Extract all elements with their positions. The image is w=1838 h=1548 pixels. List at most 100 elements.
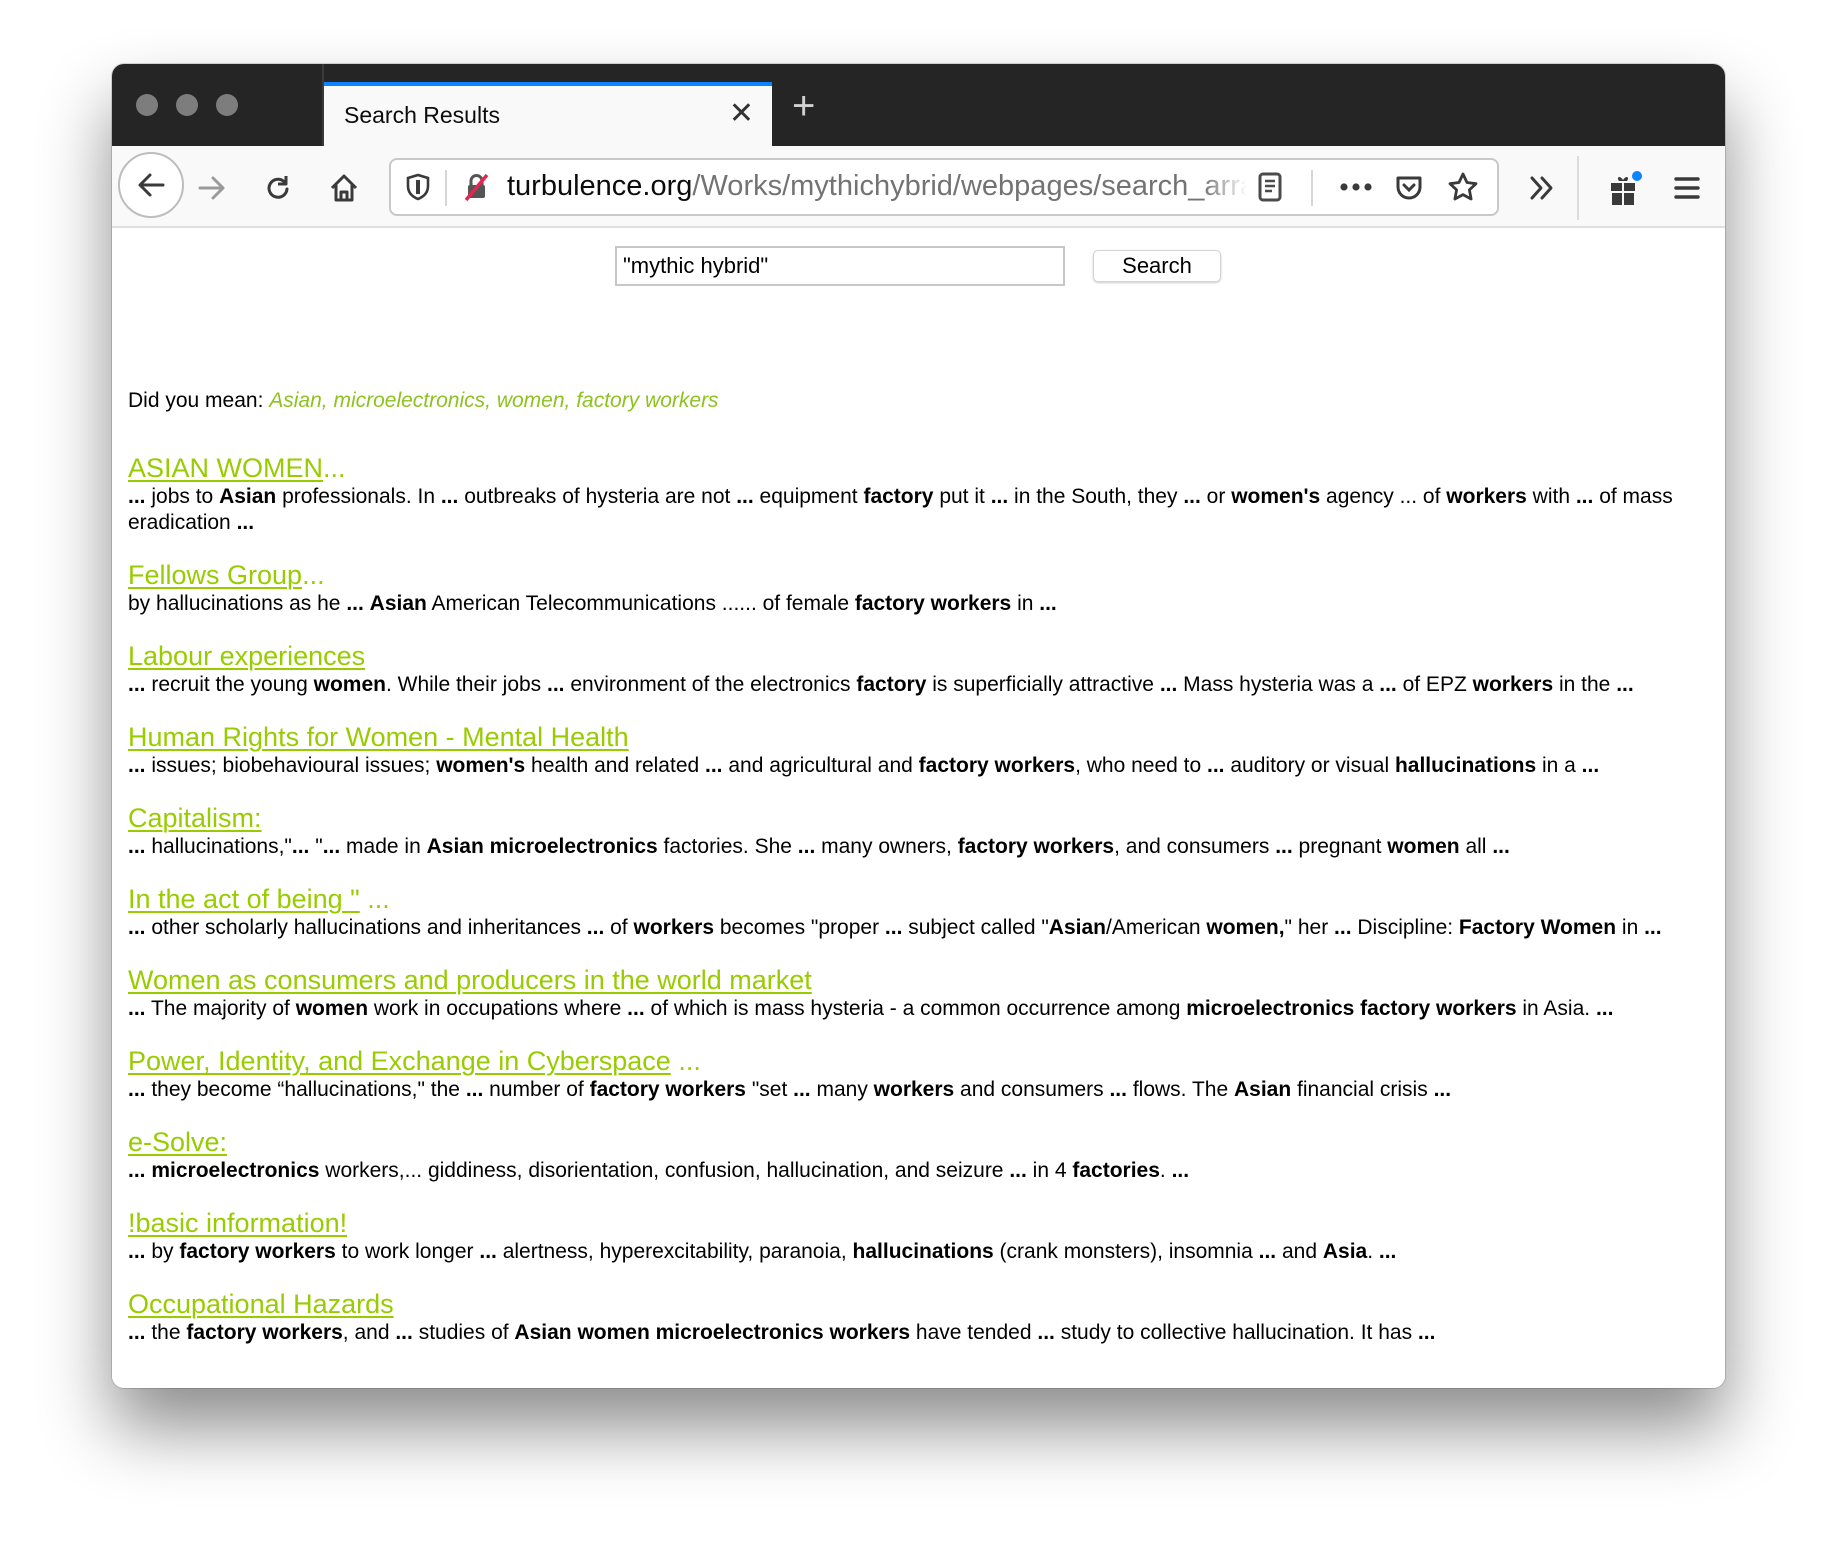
snippet-highlight: ... (1109, 1078, 1127, 1101)
result-link[interactable]: ASIAN WOMEN (128, 453, 323, 483)
forward-button[interactable] (192, 168, 232, 208)
site-info-button[interactable] (459, 170, 493, 204)
result-snippet: ... microelectronics workers,... giddine… (128, 1158, 1708, 1184)
result-link[interactable]: In the act of being " (128, 884, 360, 914)
result-link[interactable]: Fellows Group (128, 560, 302, 590)
result-title: ASIAN WOMEN... (128, 452, 1708, 484)
result-snippet: ... jobs to Asian professionals. In ... … (128, 484, 1708, 536)
snippet-text: environment of the electronics (564, 673, 857, 696)
snippet-highlight: factory (863, 485, 934, 508)
snippet-highlight: ... (128, 1240, 146, 1263)
result-link[interactable]: Capitalism: (128, 803, 262, 833)
result-link[interactable]: Labour experiences (128, 641, 365, 671)
snippet-highlight: ... (586, 916, 605, 939)
search-result: Women as consumers and producers in the … (128, 964, 1708, 1022)
snippet-highlight: ... (322, 835, 341, 858)
snippet-text: by hallucinations as he (128, 592, 347, 615)
result-link[interactable]: e-Solve: (128, 1127, 227, 1157)
result-snippet: ... other scholarly hallucinations and i… (128, 915, 1708, 941)
snippet-text: agency ... of (1320, 485, 1447, 508)
did-you-mean-suggestion[interactable]: Asian, microelectronics, women, factory … (269, 389, 718, 412)
snippet-highlight: Asia (1322, 1240, 1368, 1263)
reader-view-button[interactable] (1253, 170, 1287, 204)
snippet-text: becomes "proper (714, 916, 885, 939)
url-separator (445, 170, 447, 206)
whats-new-button[interactable] (1602, 166, 1646, 210)
snippet-text: " (309, 835, 323, 858)
snippet-text: of (604, 916, 634, 939)
search-result: !basic information!... by factory worker… (128, 1207, 1708, 1265)
snippet-text: made in (340, 835, 427, 858)
search-button[interactable]: Search (1093, 250, 1221, 282)
snippet-highlight: women (1387, 835, 1460, 858)
snippet-highlight: ... (128, 916, 146, 939)
maximize-window-button[interactable] (216, 94, 238, 116)
snippet-highlight: women, (1206, 916, 1285, 939)
snippet-highlight: microelectronics (151, 1159, 320, 1182)
pocket-icon (1396, 176, 1422, 200)
snippet-text: professionals. In (276, 485, 441, 508)
tracking-protection-button[interactable] (401, 170, 435, 204)
pocket-button[interactable] (1391, 170, 1427, 206)
snippet-highlight: ... (1644, 916, 1662, 939)
tab-title: Search Results (344, 102, 500, 128)
snippet-text: in 4 (1026, 1159, 1073, 1182)
back-button[interactable] (118, 152, 184, 218)
snippet-text: by (145, 1240, 180, 1263)
snippet-text: other scholarly hallucinations and inher… (145, 916, 587, 939)
search-input[interactable] (615, 246, 1065, 286)
result-snippet: ... by factory workers to work longer ..… (128, 1239, 1708, 1265)
snippet-highlight: ... (346, 592, 364, 615)
snippet-text: all (1459, 835, 1493, 858)
url-text[interactable]: turbulence.org/Works/mythichybrid/webpag… (507, 170, 1247, 203)
minimize-window-button[interactable] (176, 94, 198, 116)
snippet-text: issues; biobehavioural issues; (145, 754, 437, 777)
snippet-text: The majority of (145, 997, 296, 1020)
snippet-highlight: workers (873, 1078, 955, 1101)
result-link[interactable]: Occupational Hazards (128, 1289, 394, 1319)
close-window-button[interactable] (136, 94, 158, 116)
result-title: In the act of being " ... (128, 883, 1708, 915)
snippet-text: . (1159, 1159, 1172, 1182)
result-link[interactable]: Power, Identity, and Exchange in Cybersp… (128, 1046, 671, 1076)
snippet-text: " her (1284, 916, 1335, 939)
result-link[interactable]: Women as consumers and producers in the … (128, 965, 812, 995)
result-link[interactable]: Human Rights for Women - Mental Health (128, 722, 629, 752)
search-result: Fellows Group... by hallucinations as he … (128, 559, 1708, 617)
snippet-text: put it (933, 485, 991, 508)
toolbar-separator (1577, 156, 1579, 220)
url-bar[interactable]: turbulence.org/Works/mythichybrid/webpag… (389, 158, 1499, 216)
page-actions-button[interactable] (1336, 170, 1376, 204)
overflow-button[interactable] (1522, 168, 1562, 208)
shield-icon (406, 173, 430, 201)
snippet-text: in (1011, 592, 1040, 615)
result-title: Women as consumers and producers in the … (128, 964, 1708, 996)
snippet-highlight: Asian (219, 485, 277, 508)
snippet-text: studies of (412, 1321, 515, 1344)
main-menu-button[interactable] (1667, 168, 1707, 208)
snippet-text: , and consumers (1114, 835, 1276, 858)
new-tab-icon[interactable]: + (792, 86, 815, 126)
close-tab-icon[interactable]: ✕ (729, 96, 754, 132)
snippet-text: many (810, 1078, 874, 1101)
snippet-highlight: women's (436, 754, 526, 777)
snippet-highlight: Asian microelectronics (426, 835, 658, 858)
tab-search-results[interactable]: Search Results ✕ (324, 82, 772, 146)
reload-button[interactable] (258, 168, 298, 208)
result-link[interactable]: !basic information! (128, 1208, 347, 1238)
bookmark-button[interactable] (1445, 169, 1481, 205)
snippet-highlight: factories (1072, 1159, 1160, 1182)
search-result: ASIAN WOMEN...... jobs to Asian professi… (128, 452, 1708, 536)
result-snippet: by hallucinations as he ... Asian Americ… (128, 591, 1708, 617)
snippet-highlight: factory workers (918, 754, 1076, 777)
snippet-highlight: Asian women microelectronics workers (514, 1321, 911, 1344)
snippet-highlight: ... (705, 754, 723, 777)
snippet-highlight: workers (633, 916, 715, 939)
snippet-text: and agricultural and (722, 754, 919, 777)
result-snippet: ... The majority of women work in occupa… (128, 996, 1708, 1022)
snippet-highlight: ... (1009, 1159, 1027, 1182)
home-icon (330, 174, 358, 202)
home-button[interactable] (324, 168, 364, 208)
result-snippet: ... they become “hallucinations," the ..… (128, 1077, 1708, 1103)
snippet-highlight: ... (395, 1321, 413, 1344)
